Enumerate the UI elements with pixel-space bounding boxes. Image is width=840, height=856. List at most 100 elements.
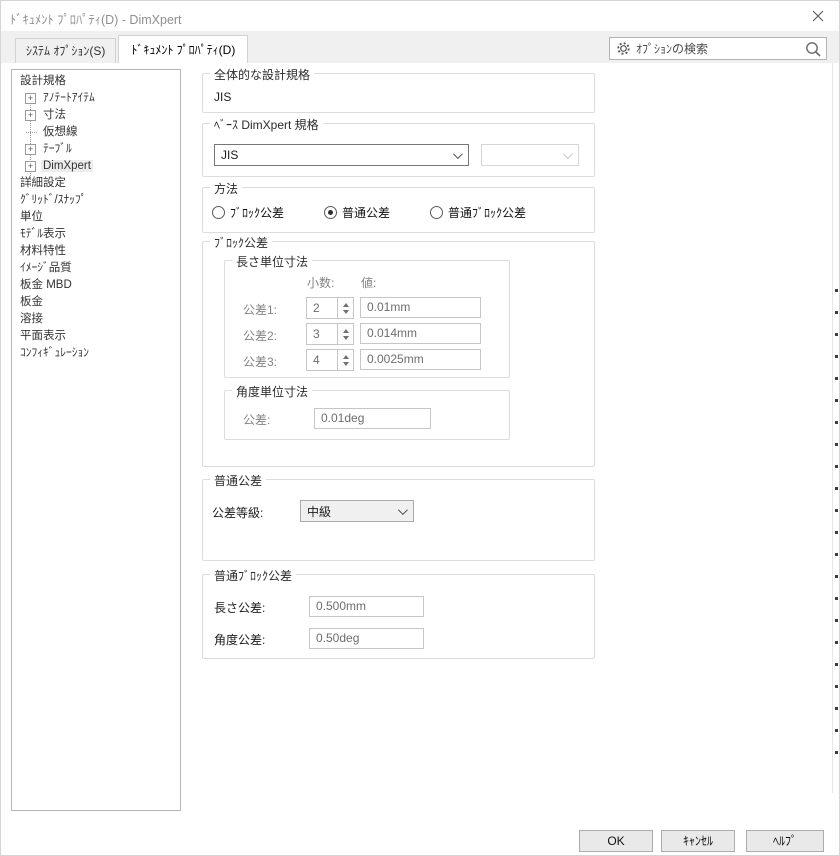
angle-unit-group: 角度単位寸法 公差: 0.01deg bbox=[224, 383, 510, 440]
spinner-down-icon[interactable] bbox=[342, 309, 349, 314]
tree-item[interactable]: + 板金 bbox=[12, 294, 180, 311]
length-tolerance-field[interactable]: 0.500mm bbox=[309, 596, 424, 617]
tree-item-label: ｱﾉﾃｰﾄｱｲﾃﾑ bbox=[43, 92, 95, 104]
tree-item[interactable]: + 詳細設定 bbox=[12, 175, 180, 192]
document-properties-dialog: ﾄﾞｷｭﾒﾝﾄ ﾌﾟﾛﾊﾟﾃｨ(D) - DimXpert ｼｽﾃﾑ ｵﾌﾟｼｮ… bbox=[0, 0, 840, 856]
tree-item[interactable]: + 溶接 bbox=[12, 311, 180, 328]
radio-button[interactable] bbox=[212, 206, 225, 219]
tolerance-row: 公差3: 4 0.0025mm bbox=[225, 349, 509, 371]
decimal-spinner[interactable]: 4 bbox=[306, 349, 354, 371]
settings-tree: + 設計規格 + ｱﾉﾃｰﾄｱｲﾃﾑ + 寸法 + 仮想線 + bbox=[11, 69, 181, 811]
spinner-down-icon[interactable] bbox=[342, 361, 349, 366]
tolerance-row-label: 公差3: bbox=[243, 355, 278, 369]
tab-document-properties[interactable]: ﾄﾞｷｭﾒﾝﾄ ﾌﾟﾛﾊﾟﾃｨ(D) bbox=[118, 35, 249, 63]
angle-unit-title: 角度単位寸法 bbox=[232, 383, 313, 400]
tab-system-options[interactable]: ｼｽﾃﾑ ｵﾌﾟｼｮﾝ(S) bbox=[15, 38, 117, 63]
tolerance-row-label: 公差2: bbox=[243, 329, 278, 343]
expander-plus-icon[interactable]: + bbox=[25, 110, 36, 121]
spinner-buttons[interactable] bbox=[337, 297, 354, 319]
expander-plus-icon[interactable]: + bbox=[25, 144, 36, 155]
tree-item[interactable]: + DimXpert bbox=[12, 158, 180, 175]
spinner-buttons[interactable] bbox=[337, 349, 354, 371]
angle-tolerance-field2[interactable]: 0.50deg bbox=[309, 628, 424, 649]
expander-plus-icon[interactable]: + bbox=[25, 93, 36, 104]
tree-item[interactable]: + 仮想線 bbox=[12, 124, 180, 141]
tolerance-class-value: 中級 bbox=[307, 504, 332, 519]
base-standard-combo-value: JIS bbox=[221, 148, 239, 162]
decimal-spinner[interactable]: 2 bbox=[306, 297, 354, 319]
tree-item[interactable]: + ｲﾒｰｼﾞ品質 bbox=[12, 260, 180, 277]
help-button[interactable]: ﾍﾙﾌﾟ bbox=[746, 830, 824, 852]
length-unit-group: 長さ単位寸法 小数: 値: 公差1: 2 0.01mm 公差2: 3 0.014… bbox=[224, 253, 510, 378]
tree-item[interactable]: + 平面表示 bbox=[12, 328, 180, 345]
right-edge-ticks bbox=[835, 289, 838, 763]
tree-item-label: 平面表示 bbox=[20, 330, 66, 342]
spinner-buttons[interactable] bbox=[337, 323, 354, 345]
spinner-down-icon[interactable] bbox=[342, 335, 349, 340]
decimal-spinner-value[interactable]: 3 bbox=[306, 323, 337, 345]
overall-standard-group: 全体的な設計規格 JIS bbox=[202, 66, 595, 113]
tree-item[interactable]: + ﾃｰﾌﾞﾙ bbox=[12, 141, 180, 158]
document-properties-page: + 設計規格 + ｱﾉﾃｰﾄｱｲﾃﾑ + 寸法 + 仮想線 + bbox=[1, 63, 839, 855]
tree-item-label: ﾓﾃﾞﾙ表示 bbox=[20, 228, 66, 240]
radio-button[interactable] bbox=[430, 206, 444, 219]
tolerance-class-label: 公差等級: bbox=[212, 506, 264, 520]
base-standard-combo[interactable]: JIS bbox=[214, 144, 469, 166]
ok-button[interactable]: OK bbox=[579, 830, 653, 852]
overall-standard-title: 全体的な設計規格 bbox=[210, 66, 315, 83]
spinner-up-icon[interactable] bbox=[342, 354, 349, 359]
tolerance-row: 公差1: 2 0.01mm bbox=[225, 297, 509, 319]
expander-plus-icon[interactable]: + bbox=[25, 161, 36, 172]
decimal-spinner[interactable]: 3 bbox=[306, 323, 354, 345]
decimal-spinner-value[interactable]: 2 bbox=[306, 297, 337, 319]
chevron-down-icon bbox=[452, 148, 463, 159]
chevron-down-icon bbox=[562, 148, 573, 159]
cancel-button[interactable]: ｷｬﾝｾﾙ bbox=[661, 830, 735, 852]
method-radio-option[interactable]: ﾌﾞﾛｯｸ公差 bbox=[212, 204, 284, 221]
tree-item-label: 詳細設定 bbox=[20, 177, 66, 189]
general-block-tolerance-title: 普通ﾌﾞﾛｯｸ公差 bbox=[210, 567, 297, 584]
tree-item[interactable]: + 設計規格 bbox=[12, 73, 180, 90]
window-title: ﾄﾞｷｭﾒﾝﾄ ﾌﾟﾛﾊﾟﾃｨ(D) - DimXpert bbox=[10, 13, 182, 27]
tree-item-label: 単位 bbox=[20, 211, 43, 223]
tree-item[interactable]: + 材料特性 bbox=[12, 243, 180, 260]
method-radio-row: ﾌﾞﾛｯｸ公差 普通公差 普通ﾌﾞﾛｯｸ公差 bbox=[212, 204, 566, 221]
gear-icon bbox=[616, 41, 631, 56]
decimal-column-header: 小数: bbox=[307, 276, 335, 290]
tree-item-label: 寸法 bbox=[43, 109, 66, 121]
tree-item-label: 溶接 bbox=[20, 313, 43, 325]
tolerance-row: 公差2: 3 0.014mm bbox=[225, 323, 509, 345]
tree-item-label: 板金 bbox=[20, 296, 43, 308]
tree-item-label: 材料特性 bbox=[20, 245, 66, 257]
angle-tolerance-field[interactable]: 0.01deg bbox=[314, 408, 431, 429]
decimal-spinner-value[interactable]: 4 bbox=[306, 349, 337, 371]
search-icon[interactable] bbox=[804, 40, 822, 58]
tree-item[interactable]: + ｱﾉﾃｰﾄｱｲﾃﾑ bbox=[12, 90, 180, 107]
radio-button[interactable] bbox=[324, 206, 338, 219]
block-tolerance-group: ﾌﾞﾛｯｸ公差 長さ単位寸法 小数: 値: 公差1: 2 0.01mm 公差2:… bbox=[202, 234, 595, 467]
method-radio-option[interactable]: 普通ﾌﾞﾛｯｸ公差 bbox=[430, 204, 526, 221]
base-standard-secondary-combo bbox=[481, 144, 579, 166]
tree-item[interactable]: + 板金 MBD bbox=[12, 277, 180, 294]
spinner-up-icon[interactable] bbox=[342, 302, 349, 307]
tree-item-label: 仮想線 bbox=[43, 126, 78, 138]
close-button[interactable] bbox=[805, 5, 831, 27]
tree-item[interactable]: + ｺﾝﾌｨｷﾞｭﾚｰｼｮﾝ bbox=[12, 345, 180, 362]
tree-item[interactable]: + ｸﾞﾘｯﾄﾞ/ｽﾅｯﾌﾟ bbox=[12, 192, 180, 209]
radio-label: ﾌﾞﾛｯｸ公差 bbox=[230, 206, 285, 220]
tree-item-label: ｺﾝﾌｨｷﾞｭﾚｰｼｮﾝ bbox=[20, 347, 89, 359]
spinner-up-icon[interactable] bbox=[342, 328, 349, 333]
tolerance-class-combo[interactable]: 中級 bbox=[300, 500, 414, 522]
tree-item[interactable]: + 単位 bbox=[12, 209, 180, 226]
header-strip: ｼｽﾃﾑ ｵﾌﾟｼｮﾝ(S) ﾄﾞｷｭﾒﾝﾄ ﾌﾟﾛﾊﾟﾃｨ(D) ｵﾌﾟｼｮﾝ… bbox=[1, 31, 839, 63]
tree-item[interactable]: + 寸法 bbox=[12, 107, 180, 124]
tolerance-value-field[interactable]: 0.01mm bbox=[360, 297, 481, 318]
search-input[interactable]: ｵﾌﾟｼｮﾝの検索 bbox=[636, 40, 804, 57]
block-tolerance-title: ﾌﾞﾛｯｸ公差 bbox=[210, 234, 273, 251]
tolerance-value-field[interactable]: 0.014mm bbox=[360, 323, 481, 344]
method-radio-option[interactable]: 普通公差 bbox=[324, 204, 390, 221]
options-search-box[interactable]: ｵﾌﾟｼｮﾝの検索 bbox=[609, 37, 827, 60]
angle-tolerance-label: 公差: bbox=[243, 413, 271, 427]
tolerance-value-field[interactable]: 0.0025mm bbox=[360, 349, 481, 370]
tree-item[interactable]: + ﾓﾃﾞﾙ表示 bbox=[12, 226, 180, 243]
